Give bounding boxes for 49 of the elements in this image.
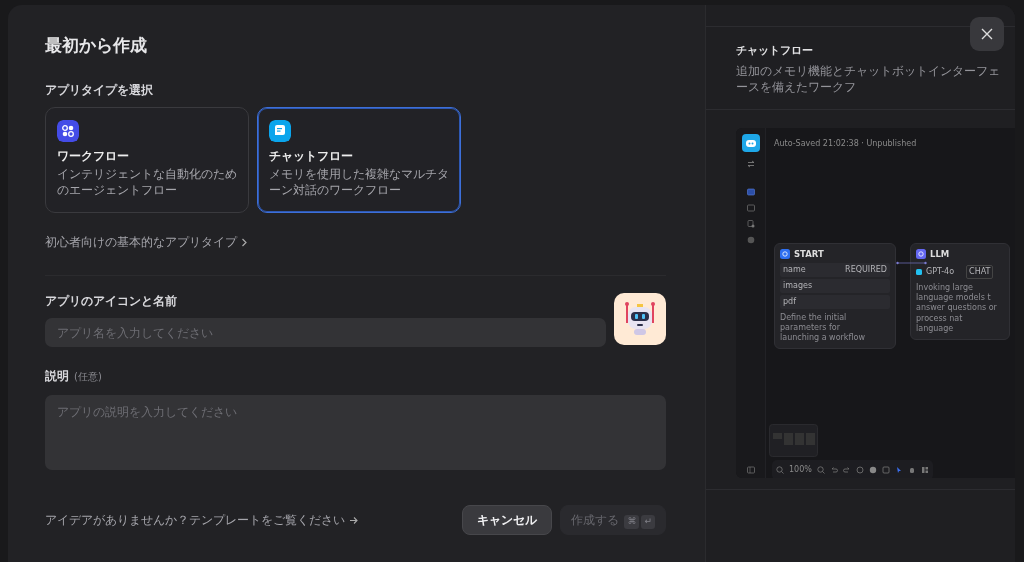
card-title: ワークフロー: [57, 148, 130, 166]
minimap: [769, 423, 818, 457]
zoom-level: 100%: [789, 463, 812, 476]
field-name: images: [783, 279, 813, 292]
template-link[interactable]: アイデアがありませんか？テンプレートをご覧ください: [45, 511, 359, 530]
section-label: アプリタイプを選択: [45, 82, 154, 100]
model-icon: [916, 268, 922, 275]
preview-title: チャットフロー: [736, 43, 814, 59]
window-icon: [747, 187, 755, 196]
close-icon: [981, 28, 993, 40]
required-tag: REQUIRED: [845, 263, 887, 276]
shortcut-key: ↵: [641, 515, 655, 529]
undo-icon: [829, 465, 838, 474]
zoom-in-icon: [816, 465, 825, 474]
close-button[interactable]: [970, 17, 1004, 51]
node-description: language: [916, 324, 955, 335]
cancel-button[interactable]: キャンセル: [461, 505, 552, 536]
beginner-link[interactable]: 初心者向けの基本的なアプリタイプ: [45, 233, 248, 252]
node-description: launching a workflow: [780, 333, 866, 344]
connector-line: [896, 260, 927, 265]
preview-description: 追加のメモリ機能とチャットボットインターフェースを備えたワークフ: [736, 62, 1001, 95]
field-name: name: [783, 263, 806, 276]
layout-icon: [920, 465, 929, 474]
shortcut-key: ⌘: [624, 515, 640, 529]
redo-icon: [842, 465, 851, 474]
swap-icon: [747, 159, 755, 168]
panel-icon: [747, 203, 755, 212]
field-label: アプリのアイコンと名前: [45, 293, 178, 311]
node-title: START: [794, 247, 824, 261]
node-title: LLM: [930, 247, 950, 261]
mode-tag: CHAT: [966, 264, 994, 279]
sidebar-toggle-icon: [747, 465, 755, 474]
field-label: 説明: [45, 369, 69, 384]
robot-avatar-icon[interactable]: [614, 293, 666, 346]
dialog-title: 最初から作成: [45, 35, 148, 56]
card-description: インテリジェントな自動化のためのエージェントフロー: [57, 165, 237, 200]
app-type-card[interactable]: ワークフロー インテリジェントな自動化のためのエージェントフロー: [45, 107, 249, 214]
field-name: pdf: [783, 295, 796, 308]
chevron-icon: [241, 237, 248, 247]
pointer-icon: [894, 465, 903, 474]
zoom-out-icon: [776, 465, 784, 474]
model-name: GPT-4o: [926, 265, 955, 278]
document-icon: [747, 219, 755, 228]
optional-note: (任意): [74, 371, 102, 383]
card-title: チャットフロー: [269, 148, 354, 166]
arrow-icon: [349, 515, 359, 525]
autosave-status: Auto-Saved 21:02:38 · Unpublished: [774, 137, 917, 150]
app-type-card[interactable]: チャットフロー メモリを使用した複雑なマルチターン対話のワークフロー: [257, 107, 461, 214]
card-description: メモリを使用した複雑なマルチターン対話のワークフロー: [269, 165, 449, 200]
